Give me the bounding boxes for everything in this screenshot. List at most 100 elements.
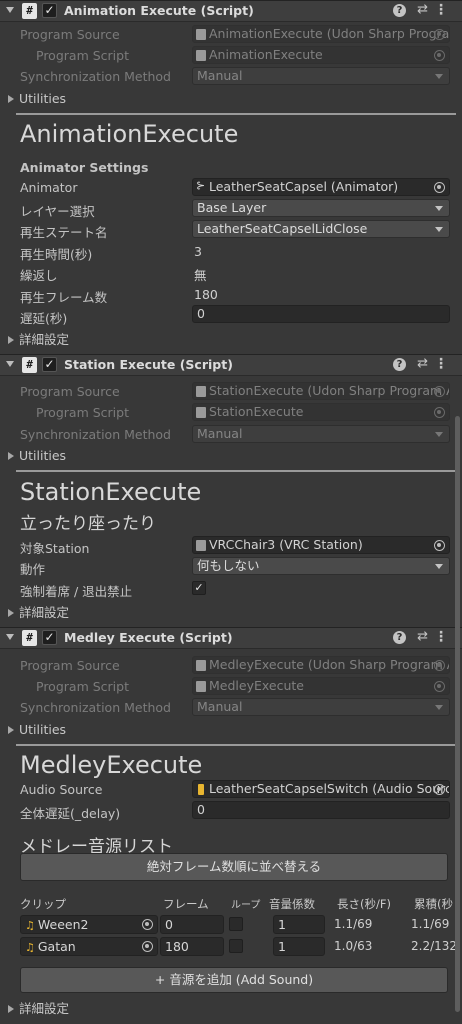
program-source-field[interactable]: MedleyExecute (Udon Sharp Program Asset) (192, 656, 450, 674)
program-source-field[interactable]: StationExecute (Udon Sharp Program Asset… (192, 382, 450, 400)
program-source-label: Program Source (20, 658, 120, 673)
frame-field[interactable]: 180 (160, 937, 224, 956)
object-picker-icon[interactable] (434, 50, 445, 61)
component-subheading: 立ったり座ったり (20, 514, 156, 534)
sync-method-value: Manual (197, 426, 243, 441)
global-delay-field[interactable]: 0 (192, 801, 450, 819)
advanced-foldout[interactable]: 詳細設定 (8, 602, 69, 621)
volume-field[interactable]: 1 (273, 937, 325, 956)
sync-method-dropdown[interactable]: Manual (192, 425, 450, 443)
program-script-field[interactable]: AnimationExecute (192, 46, 450, 64)
program-script-field[interactable]: MedleyExecute (192, 677, 450, 695)
dropdown-caret-icon (435, 227, 443, 232)
sync-method-dropdown[interactable]: Manual (192, 67, 450, 85)
divider (16, 470, 456, 472)
add-sound-button[interactable]: + 音源を追加 (Add Sound) (20, 967, 448, 993)
foldout-arrow-icon[interactable] (6, 634, 14, 640)
script-hash-icon: # (22, 630, 37, 646)
sync-method-dropdown[interactable]: Manual (192, 698, 450, 716)
scrollbar[interactable] (455, 416, 460, 1012)
foldout-arrow-icon[interactable] (6, 361, 14, 367)
audio-source-icon (198, 784, 204, 795)
dropdown-caret-icon (435, 206, 443, 211)
loop-label: 繰返し (20, 268, 58, 283)
object-picker-icon[interactable] (434, 386, 445, 397)
help-icon[interactable]: ? (393, 631, 406, 644)
loop-checkbox[interactable] (229, 917, 243, 931)
program-source-value: StationExecute (Udon Sharp Program Asset… (209, 383, 449, 398)
foldout-arrow-icon[interactable] (6, 7, 14, 13)
object-picker-icon[interactable] (142, 941, 153, 952)
layer-dropdown[interactable]: Base Layer (192, 199, 450, 217)
advanced-foldout[interactable]: 詳細設定 (8, 329, 69, 348)
station-asset-icon (196, 540, 206, 551)
enabled-checkbox[interactable]: ✓ (42, 357, 57, 372)
object-picker-icon[interactable] (434, 29, 445, 40)
time-label: 再生時間(秒) (20, 247, 93, 262)
object-picker-icon[interactable] (142, 919, 153, 930)
component-title: Station Execute (Script) (64, 357, 233, 372)
script-hash-icon: # (22, 3, 37, 19)
object-picker-icon[interactable] (434, 540, 445, 551)
component-heading: AnimationExecute (20, 120, 239, 148)
audio-source-field[interactable]: LeatherSeatCapselSwitch (Audio Source) (192, 780, 450, 798)
force-seat-label: 強制着席 / 退出禁止 (20, 584, 133, 599)
program-source-field[interactable]: AnimationExecute (Udon Sharp Program Ass… (192, 25, 450, 43)
help-icon[interactable]: ? (393, 4, 406, 17)
delay-field[interactable]: 0 (192, 305, 450, 323)
foldout-arrow-icon (8, 726, 14, 734)
object-picker-icon[interactable] (434, 784, 445, 795)
component-header-station-execute[interactable]: # ✓ Station Execute (Script) ? ⇄ ⋮ (0, 354, 462, 376)
dropdown-caret-icon (435, 564, 443, 569)
program-script-value: AnimationExecute (209, 47, 323, 62)
utilities-label: Utilities (19, 91, 67, 106)
time-value: 3 (194, 244, 202, 259)
animator-field[interactable]: ⊱ LeatherSeatCapsel (Animator) (192, 178, 450, 196)
preset-icon[interactable]: ⇄ (417, 2, 428, 17)
help-icon[interactable]: ? (393, 358, 406, 371)
kebab-menu-icon[interactable]: ⋮ (434, 356, 448, 372)
enabled-checkbox[interactable]: ✓ (42, 630, 57, 645)
component-header-animation-execute[interactable]: # ✓ Animation Execute (Script) ? ⇄ ⋮ (0, 0, 462, 22)
utilities-foldout[interactable]: Utilities (8, 448, 66, 463)
asset-icon (196, 29, 206, 40)
program-source-label: Program Source (20, 27, 120, 42)
loop-checkbox[interactable] (229, 939, 243, 953)
state-dropdown[interactable]: LeatherSeatCapselLidClose (192, 220, 450, 238)
advanced-foldout[interactable]: 詳細設定 (8, 998, 69, 1017)
kebab-menu-icon[interactable]: ⋮ (434, 2, 448, 18)
object-picker-icon[interactable] (434, 182, 445, 193)
column-header-length: 長さ(秒/F) (337, 897, 391, 911)
utilities-foldout[interactable]: Utilities (8, 91, 66, 106)
utilities-foldout[interactable]: Utilities (8, 722, 66, 737)
column-header-volume: 音量係数 (269, 897, 315, 911)
script-hash-icon: # (22, 357, 37, 373)
foldout-arrow-icon (8, 336, 14, 344)
state-value: LeatherSeatCapselLidClose (197, 221, 368, 236)
object-picker-icon[interactable] (434, 681, 445, 692)
utilities-label: Utilities (19, 448, 67, 463)
dropdown-caret-icon (435, 432, 443, 437)
sync-method-label: Synchronization Method (20, 700, 171, 715)
action-dropdown[interactable]: 何もしない (192, 557, 450, 575)
sync-method-value: Manual (197, 699, 243, 714)
column-header-clip: クリップ (20, 897, 66, 911)
clip-field[interactable]: ♫ Weeen2 (20, 915, 158, 934)
object-picker-icon[interactable] (434, 660, 445, 671)
station-field[interactable]: VRCChair3 (VRC Station) (192, 536, 450, 554)
force-seat-checkbox[interactable]: ✓ (192, 581, 206, 595)
sort-by-frame-button[interactable]: 絶対フレーム数順に並べ替える (20, 853, 448, 881)
layer-label: レイヤー選択 (20, 204, 95, 219)
cumulative-value: 2.2/132 (411, 939, 458, 953)
volume-field[interactable]: 1 (273, 915, 325, 934)
frame-field[interactable]: 0 (160, 915, 224, 934)
enabled-checkbox[interactable]: ✓ (42, 3, 57, 18)
component-header-medley-execute[interactable]: # ✓ Medley Execute (Script) ? ⇄ ⋮ (0, 627, 462, 649)
object-picker-icon[interactable] (434, 407, 445, 418)
preset-icon[interactable]: ⇄ (417, 356, 428, 371)
kebab-menu-icon[interactable]: ⋮ (434, 629, 448, 645)
clip-field[interactable]: ♫ Gatan (20, 937, 158, 956)
preset-icon[interactable]: ⇄ (417, 629, 428, 644)
audio-clip-icon: ♫ (25, 941, 35, 954)
program-script-field[interactable]: StationExecute (192, 403, 450, 421)
